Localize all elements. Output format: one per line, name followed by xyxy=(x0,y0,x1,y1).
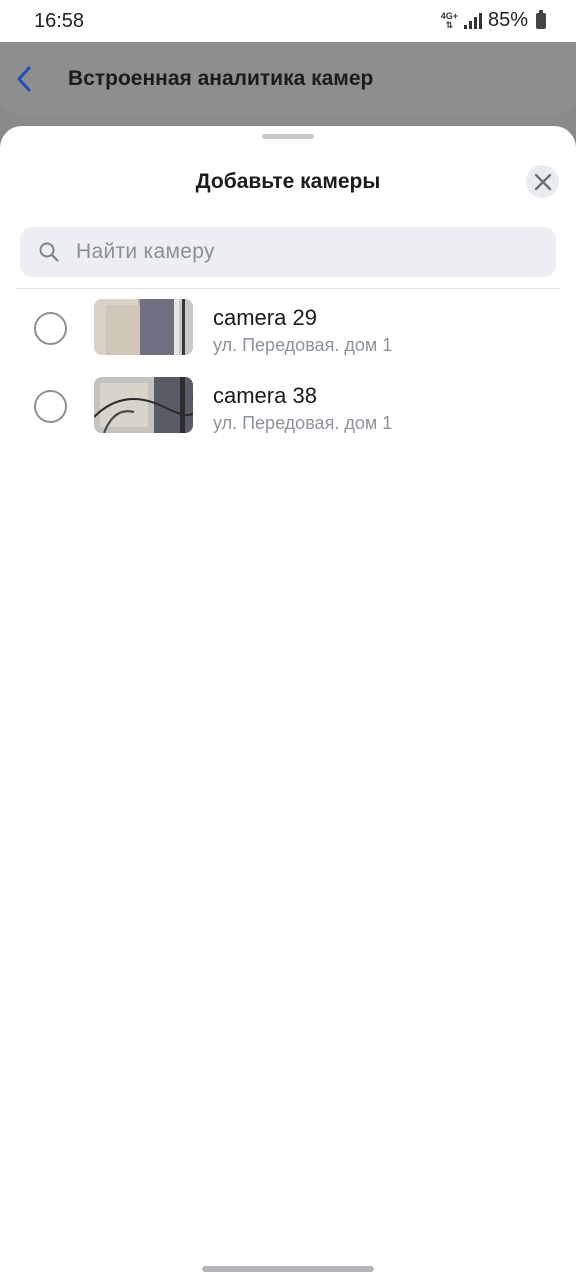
search-bar[interactable] xyxy=(20,227,556,277)
battery-icon xyxy=(536,9,546,29)
home-indicator[interactable] xyxy=(202,1266,374,1272)
sheet-title: Добавьте камеры xyxy=(195,170,381,193)
camera-name: camera 29 xyxy=(213,305,317,330)
status-bar: 16:58 4G+ ⇅ 85% xyxy=(0,0,576,42)
camera-list-item[interactable]: camera 38 ул. Передовая. дом 1 xyxy=(0,367,576,445)
camera-address: ул. Передовая. дом 1 xyxy=(213,335,393,355)
camera-thumbnail xyxy=(94,299,193,355)
close-button[interactable] xyxy=(526,165,559,198)
camera-select-radio[interactable] xyxy=(34,390,67,423)
camera-select-radio[interactable] xyxy=(34,312,67,345)
status-icons: 4G+ ⇅ 85% xyxy=(441,9,546,32)
battery-level: 85% xyxy=(487,9,528,31)
search-input[interactable] xyxy=(76,227,536,277)
signal-icon xyxy=(463,12,482,29)
page-title: Встроенная аналитика камер xyxy=(68,67,374,90)
header-card: Встроенная аналитика камер xyxy=(0,42,576,114)
close-icon xyxy=(534,173,551,190)
app-header: Встроенная аналитика камер xyxy=(0,42,576,116)
network-icon: 4G+ ⇅ xyxy=(440,10,458,30)
camera-list: camera 29 ул. Передовая. дом 1 camera 38… xyxy=(0,289,576,445)
chevron-left-icon xyxy=(17,66,31,92)
status-time: 16:58 xyxy=(34,10,85,32)
search-icon xyxy=(39,242,59,262)
camera-address: ул. Передовая. дом 1 xyxy=(213,413,393,433)
camera-list-item[interactable]: camera 29 ул. Передовая. дом 1 xyxy=(0,289,576,367)
add-cameras-sheet: Добавьте камеры Найти камеру camera 29 у… xyxy=(0,126,576,1280)
back-button[interactable] xyxy=(12,64,38,94)
sheet-grabber-handle[interactable] xyxy=(262,134,314,139)
camera-name: camera 38 xyxy=(213,383,317,408)
camera-thumbnail xyxy=(94,377,193,433)
